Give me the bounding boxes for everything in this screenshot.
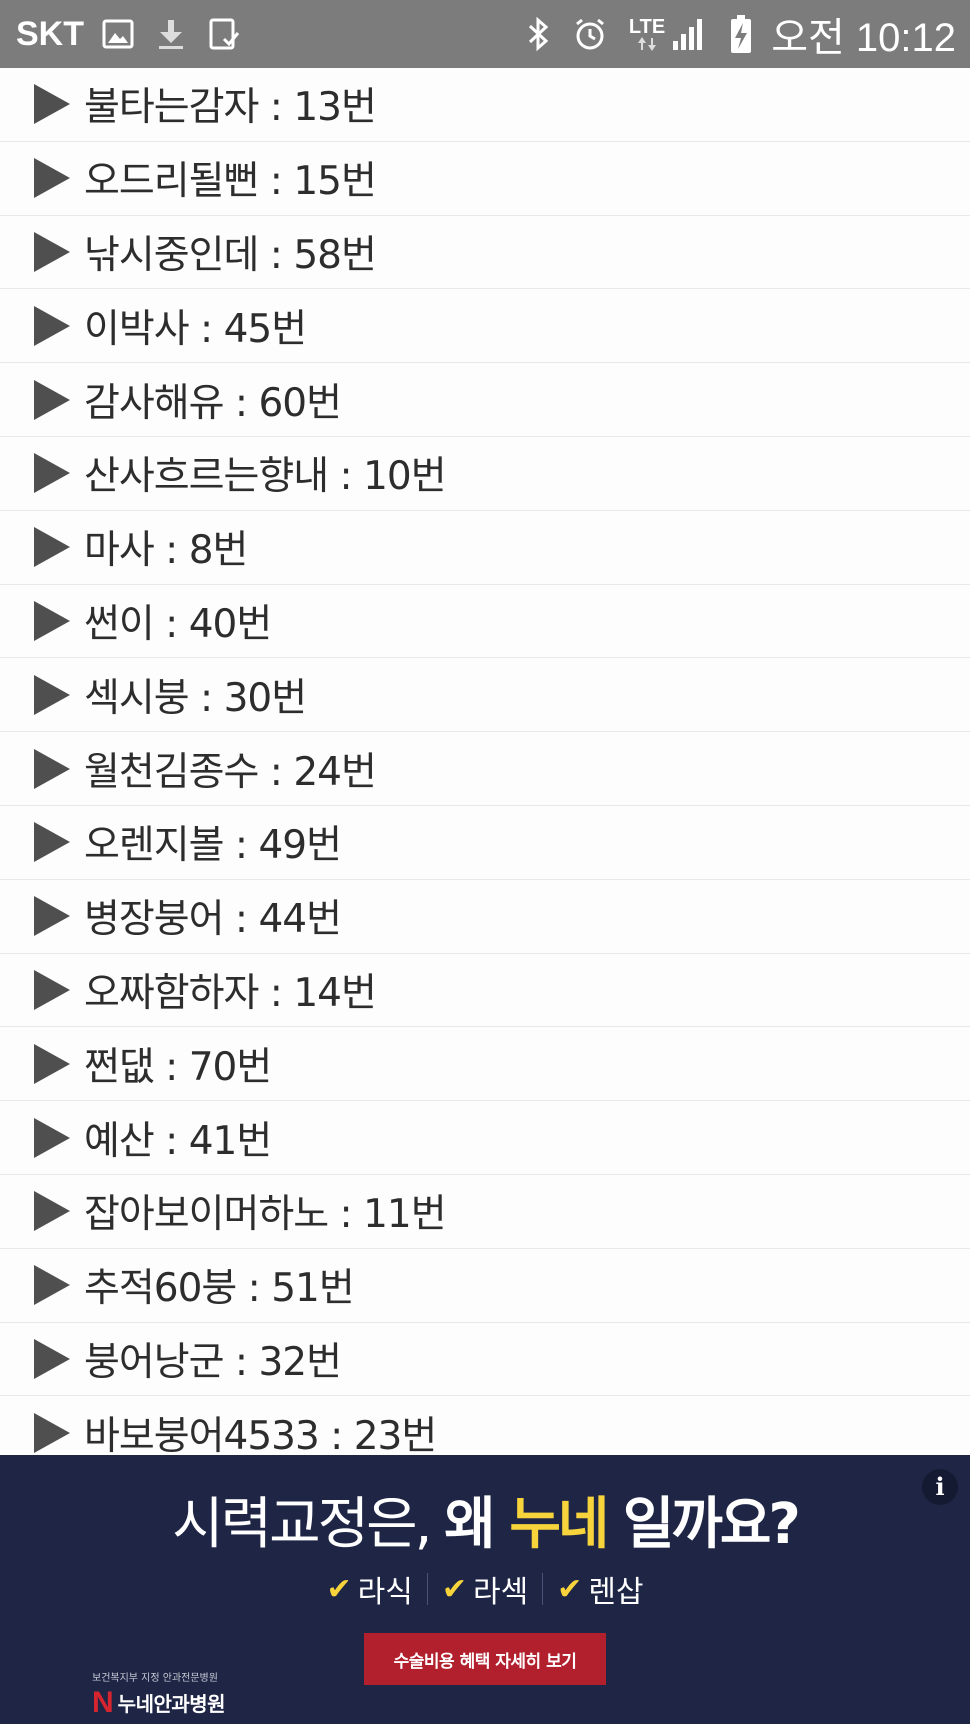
list-item[interactable]: 쩐댒 : 70번 [0, 1027, 970, 1102]
list-item[interactable]: 오드리될뻔 : 15번 [0, 142, 970, 216]
list-item-text: 병장붕어 : 44번 [84, 897, 342, 943]
logo-mark: N [92, 1685, 114, 1719]
play-arrow-icon [34, 527, 70, 568]
status-time: 오전 10:12 [771, 16, 956, 60]
list-item[interactable]: 마사 : 8번 [0, 511, 970, 585]
list-item-text: 추적60붕 : 51번 [84, 1266, 355, 1312]
list-item-text: 붕어낭군 : 32번 [84, 1339, 342, 1385]
check-icon: ✔ [557, 1571, 583, 1607]
ad-headline-part3: 일까요? [606, 1492, 801, 1557]
play-arrow-icon [34, 1191, 70, 1232]
signal-icon [671, 17, 707, 51]
status-bar-left: SKT [16, 15, 262, 54]
list-item[interactable]: 썬이 : 40번 [0, 585, 970, 659]
lte-icon: LTE [629, 17, 665, 51]
alarm-icon [573, 17, 607, 51]
status-bar: SKT LTE 오전 10:12 [0, 0, 970, 68]
list-item-text: 감사해유 : 60번 [84, 380, 342, 426]
list-item-text: 이박사 : 45번 [84, 306, 307, 352]
list-item[interactable]: 잡아보이머하노 : 11번 [0, 1175, 970, 1249]
list-item-text: 쩐댒 : 70번 [84, 1044, 272, 1090]
image-icon [102, 19, 134, 49]
ad-headline-part1: 시력교정은, [172, 1492, 445, 1557]
play-arrow-icon [34, 822, 70, 863]
battery-icon [729, 14, 753, 54]
list-item[interactable]: 오짜함하자 : 14번 [0, 954, 970, 1028]
list-item-text: 섹시붕 : 30번 [84, 675, 307, 721]
ad-check-item: ✔ 라식 [312, 1567, 426, 1611]
list-item-text: 예산 : 41번 [84, 1118, 272, 1164]
device-icon [208, 17, 240, 51]
play-arrow-icon [34, 453, 70, 494]
ranking-list[interactable]: 불타는감자 : 13번오드리될뻔 : 15번낚시중인데 : 58번이박사 : 4… [0, 68, 970, 1455]
list-item[interactable]: 감사해유 : 60번 [0, 363, 970, 437]
list-item-text: 오드리될뻔 : 15번 [84, 159, 377, 205]
list-item[interactable]: 낚시중인데 : 58번 [0, 216, 970, 290]
list-item[interactable]: 불타는감자 : 13번 [0, 68, 970, 142]
status-bar-right: LTE 오전 10:12 [527, 5, 956, 63]
list-item[interactable]: 오렌지볼 : 49번 [0, 806, 970, 880]
bluetooth-icon [527, 16, 551, 52]
ad-headline: 시력교정은, 왜 누네 일까요? [0, 1479, 970, 1560]
play-arrow-icon [34, 379, 70, 420]
ad-check-list: ✔ 라식 ✔ 라섹 ✔ 렌삽 [0, 1567, 970, 1611]
list-item-text: 잡아보이머하노 : 11번 [84, 1192, 447, 1238]
check-icon: ✔ [326, 1571, 352, 1607]
list-item-text: 월천김종수 : 24번 [84, 749, 377, 795]
logo-name: 누네안과병원 [117, 1692, 226, 1716]
ad-check-label: 라섹 [472, 1575, 529, 1610]
list-item-text: 오렌지볼 : 49번 [84, 823, 342, 869]
play-arrow-icon [34, 231, 70, 272]
list-item[interactable]: 예산 : 41번 [0, 1101, 970, 1175]
list-item-text: 오짜함하자 : 14번 [84, 970, 377, 1016]
ad-check-item: ✔ 라섹 [428, 1567, 542, 1611]
ad-check-label: 라식 [357, 1575, 413, 1610]
ad-logo: 보건복지부 지정 안과전문병원 N 누네안과병원 [92, 1669, 226, 1719]
play-arrow-icon [34, 1265, 70, 1306]
list-item-text: 불타는감자 : 13번 [84, 85, 377, 131]
list-item[interactable]: 추적60붕 : 51번 [0, 1249, 970, 1323]
ad-headline-highlight: 누네 [509, 1492, 609, 1557]
logo-subtitle: 보건복지부 지정 안과전문병원 [92, 1673, 218, 1684]
list-item[interactable]: 병장붕어 : 44번 [0, 880, 970, 954]
list-item[interactable]: 이박사 : 45번 [0, 289, 970, 364]
list-item-text: 마사 : 8번 [84, 528, 248, 574]
list-item-text: 썬이 : 40번 [84, 601, 272, 647]
list-item[interactable]: 월천김종수 : 24번 [0, 732, 970, 806]
play-arrow-icon [34, 674, 70, 715]
ad-check-label: 렌삽 [588, 1575, 644, 1610]
play-arrow-icon [34, 600, 70, 641]
carrier-label: SKT [16, 14, 84, 53]
play-arrow-icon [34, 305, 70, 346]
play-arrow-icon [34, 84, 70, 125]
list-item[interactable]: 섹시붕 : 30번 [0, 658, 970, 733]
play-arrow-icon [34, 1043, 70, 1084]
list-item[interactable]: 붕어낭군 : 32번 [0, 1323, 970, 1397]
play-arrow-icon [34, 158, 70, 199]
lte-label: LTE [628, 16, 666, 38]
list-item-text: 바보붕어4533 : 23번 [84, 1413, 437, 1455]
ad-banner[interactable]: i 시력교정은, 왜 누네 일까요? ✔ 라식 ✔ 라섹 ✔ 렌삽 수술비용 혜택 자… [0, 1455, 970, 1724]
play-arrow-icon [34, 1338, 70, 1379]
ad-check-item: ✔ 렌삽 [543, 1567, 657, 1611]
ad-cta-button[interactable]: 수술비용 혜택 자세히 보기 [364, 1633, 606, 1685]
list-item[interactable]: 바보붕어4533 : 23번 [0, 1396, 970, 1455]
list-item-text: 산사흐르는향내 : 10번 [84, 454, 447, 500]
list-item[interactable]: 산사흐르는향내 : 10번 [0, 437, 970, 511]
play-arrow-icon [34, 1117, 70, 1158]
list-item-text: 낚시중인데 : 58번 [84, 232, 377, 278]
check-icon: ✔ [441, 1571, 467, 1607]
logo-main: N 누네안과병원 [92, 1685, 226, 1719]
play-arrow-icon [34, 969, 70, 1010]
ad-headline-part2: 왜 [444, 1492, 510, 1557]
play-arrow-icon [34, 748, 70, 789]
download-icon [156, 18, 186, 50]
play-arrow-icon [34, 1412, 70, 1453]
play-arrow-icon [34, 896, 70, 937]
